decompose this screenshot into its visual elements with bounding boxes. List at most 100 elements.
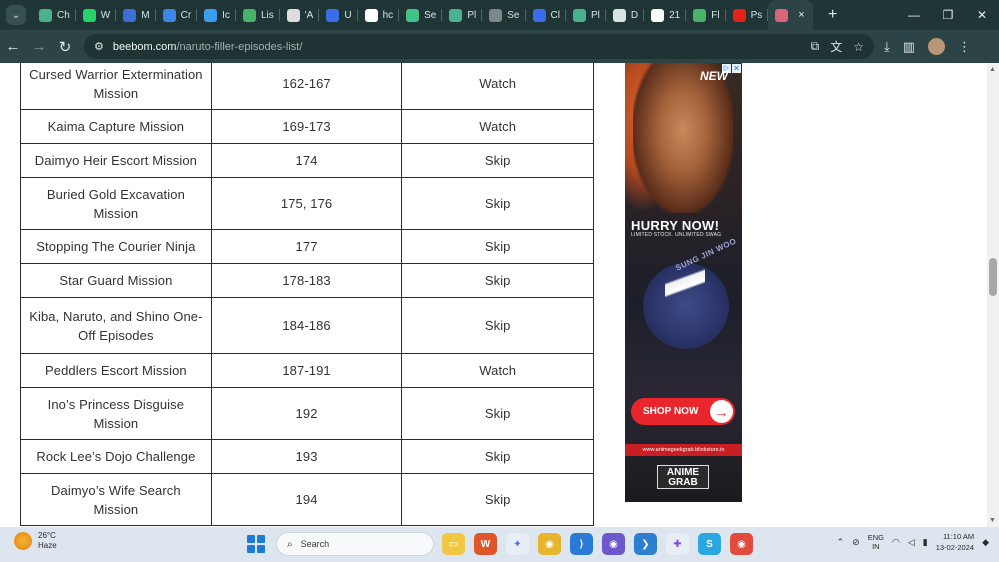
chrome-alt-icon[interactable]: ◉ bbox=[730, 533, 753, 555]
site-favicon-icon bbox=[775, 8, 789, 22]
mission-cell: Stopping The Courier Ninja bbox=[20, 229, 212, 264]
ad-shop-now-button[interactable]: SHOP NOW → bbox=[631, 398, 735, 425]
browser-tab[interactable]: Ps bbox=[726, 0, 769, 30]
taskbar-search[interactable]: ⌕ Search bbox=[276, 532, 434, 556]
chrome-profile-icon[interactable]: ◉ bbox=[602, 533, 625, 555]
verdict-cell: Watch bbox=[401, 353, 594, 388]
table-row: Rock Lee’s Dojo Challenge 193 Skip bbox=[20, 439, 594, 474]
bookmark-star-icon[interactable]: ☆ bbox=[853, 40, 864, 54]
address-bar[interactable]: ⚙ beebom.com/naruto-filler-episodes-list… bbox=[84, 34, 874, 59]
meet-now-icon[interactable]: ⊘ bbox=[852, 537, 860, 548]
filler-episodes-table: Cursed Warrior Extermination Mission 162-… bbox=[20, 63, 594, 526]
ad-new-badge: NEW bbox=[700, 69, 728, 83]
reload-icon[interactable]: ↻ bbox=[52, 38, 78, 56]
powershell-icon[interactable]: ❯ bbox=[634, 533, 657, 555]
page-content: Cursed Warrior Extermination Mission 162-… bbox=[0, 63, 987, 527]
chrome-taskbar-icon[interactable]: ◉ bbox=[538, 533, 561, 555]
new-tab-button[interactable]: + bbox=[823, 6, 843, 24]
clock[interactable]: 11:10 AM 13-02-2024 bbox=[936, 531, 974, 553]
browser-tab[interactable]: 'A bbox=[280, 0, 320, 30]
battery-icon[interactable]: ▮ bbox=[923, 537, 928, 548]
browser-tab[interactable]: Se bbox=[482, 0, 526, 30]
volume-icon[interactable]: ◁ bbox=[908, 537, 915, 548]
minimize-icon[interactable]: — bbox=[897, 8, 931, 22]
browser-tab[interactable]: Se bbox=[399, 0, 443, 30]
vscode-icon[interactable]: ⟩ bbox=[570, 533, 593, 555]
page-scrollbar[interactable]: ▲ ▼ bbox=[987, 63, 999, 527]
back-icon[interactable]: ← bbox=[0, 38, 26, 55]
table-row: Stopping The Courier Ninja 177 Skip bbox=[20, 229, 594, 264]
weather-condition: Haze bbox=[38, 541, 57, 550]
notification-bell-icon[interactable]: ◆ bbox=[982, 537, 989, 548]
close-tab-icon[interactable]: × bbox=[798, 9, 804, 21]
chevron-up-icon[interactable]: ⌃ bbox=[837, 537, 845, 548]
verdict-cell: Skip bbox=[401, 263, 594, 298]
verdict-cell: Skip bbox=[401, 297, 594, 354]
browser-tab[interactable]: Ic bbox=[197, 0, 236, 30]
menu-kebab-icon[interactable]: ⋮ bbox=[958, 39, 971, 55]
chatgpt-icon bbox=[39, 8, 52, 22]
browser-tab[interactable]: Pl bbox=[566, 0, 606, 30]
browser-tab[interactable]: Cl bbox=[526, 0, 567, 30]
forward-icon[interactable]: → bbox=[26, 38, 52, 55]
windows-start-icon[interactable] bbox=[247, 535, 265, 553]
install-app-icon[interactable]: ⧉ bbox=[811, 39, 820, 54]
browser-tab-label: 'A bbox=[304, 9, 314, 21]
mission-cell: Rock Lee’s Dojo Challenge bbox=[20, 439, 212, 474]
browser-tab[interactable]: Cr bbox=[156, 0, 198, 30]
scroll-thumb[interactable] bbox=[989, 258, 997, 296]
profile-avatar[interactable] bbox=[928, 38, 946, 55]
browser-tab-label: Ic bbox=[222, 9, 230, 21]
browser-tab-active[interactable]: × bbox=[768, 0, 813, 30]
file-explorer-icon[interactable]: ▭ bbox=[442, 533, 465, 555]
browser-tab[interactable]: D bbox=[606, 0, 645, 30]
browser-tab-label: D bbox=[630, 9, 639, 21]
ad-logo-line2: GRAB bbox=[668, 477, 698, 488]
episodes-cell: 162-167 bbox=[210, 63, 403, 110]
advertisement[interactable]: ▷ ✕ NEW HURRY NOW! LIMITED STOCK. UNLIMI… bbox=[625, 63, 742, 502]
site-info-icon[interactable]: ⚙ bbox=[94, 40, 104, 53]
browser-tab-label: Pl bbox=[590, 9, 600, 21]
translate-icon[interactable]: 文 bbox=[830, 38, 842, 55]
slack-icon[interactable]: ✚ bbox=[666, 533, 689, 555]
browser-tab-label: Cr bbox=[180, 9, 192, 21]
ai-app-icon[interactable]: ✦ bbox=[506, 533, 529, 555]
ad-close-icon[interactable]: ✕ bbox=[732, 64, 741, 73]
browser-tab[interactable]: U bbox=[319, 0, 358, 30]
browser-tab[interactable]: Ch bbox=[32, 0, 76, 30]
address-bar-actions: ⧉ 文 ☆ bbox=[811, 38, 874, 55]
browser-tab[interactable]: M bbox=[116, 0, 156, 30]
language-indicator[interactable]: ENG IN bbox=[868, 533, 884, 551]
restore-icon[interactable]: ❐ bbox=[931, 8, 965, 22]
screen: ⌄ Ch W M Cr Ic Lis 'A Uhc Se Pl Se Cl Pl D 21 Fl Ps × + —… bbox=[0, 0, 999, 562]
ad-subline: LIMITED STOCK. UNLIMITED SWAG bbox=[631, 232, 722, 238]
ad-figure-art bbox=[665, 258, 705, 368]
weather-widget[interactable]: 26°C Haze bbox=[14, 531, 57, 551]
verdict-cell: Skip bbox=[401, 439, 594, 474]
close-window-icon[interactable]: ✕ bbox=[965, 8, 999, 22]
side-panel-icon[interactable]: ▥ bbox=[903, 39, 915, 55]
skype-icon[interactable]: S bbox=[698, 533, 721, 555]
browser-tab[interactable]: W bbox=[76, 0, 117, 30]
scroll-up-icon[interactable]: ▲ bbox=[989, 66, 996, 73]
tab-search-button[interactable]: ⌄ bbox=[6, 5, 26, 25]
taskbar-apps: ▭ W ✦ ◉ ⟩ ◉ ❯ ✚ S ◉ bbox=[442, 533, 753, 555]
browser-tab[interactable]: 21 bbox=[644, 0, 687, 30]
ad-url: www.animegeekgrab.blinkstore.in bbox=[625, 444, 742, 456]
wifi-icon[interactable]: ◠ bbox=[892, 537, 900, 548]
mission-cell: Buried Gold Excavation Mission bbox=[20, 177, 212, 230]
episodes-cell: 193 bbox=[210, 439, 403, 474]
downloads-icon[interactable]: ⤓ bbox=[884, 39, 890, 55]
verdict-cell: Skip bbox=[401, 387, 594, 440]
whatsapp-icon bbox=[82, 8, 96, 22]
browser-tab[interactable]: Lis bbox=[236, 0, 280, 30]
browser-tab[interactable]: Pl bbox=[442, 0, 483, 30]
table-row: Ino’s Princess Disguise Mission 192 Skip bbox=[20, 387, 594, 440]
scroll-down-icon[interactable]: ▼ bbox=[989, 517, 996, 524]
browser-tab[interactable]: hc bbox=[358, 0, 400, 30]
wps-office-icon[interactable]: W bbox=[474, 533, 497, 555]
browser-tab[interactable]: Fl bbox=[686, 0, 726, 30]
verdict-cell: Skip bbox=[401, 177, 594, 230]
episodes-cell: 175, 176 bbox=[210, 177, 403, 230]
copilot-icon bbox=[532, 8, 546, 22]
